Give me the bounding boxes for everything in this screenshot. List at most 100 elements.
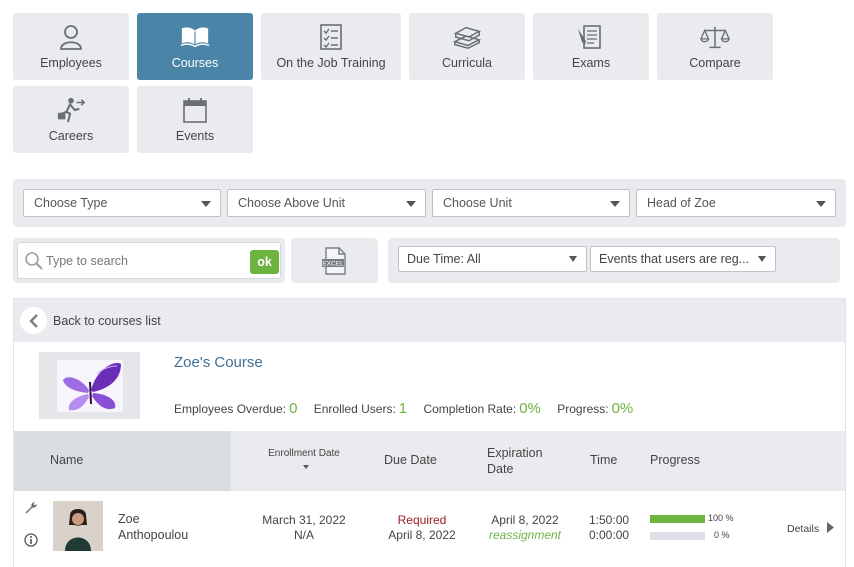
tab-employees[interactable]: Employees — [13, 13, 129, 80]
caret-down-icon — [816, 201, 826, 207]
details-link[interactable]: Details — [787, 522, 835, 535]
name-column-header[interactable]: Name — [14, 431, 231, 491]
due-time-value: Due Time: All — [407, 252, 481, 266]
back-button[interactable] — [20, 307, 47, 334]
due-filter-bar: Due Time: All Events that users are reg.… — [388, 238, 840, 283]
progress-label: Progress: — [557, 402, 609, 416]
enrollment-completion-cell: March 31, 2022 N/A — [252, 513, 356, 543]
filter-bar: Choose Type Choose Above Unit Choose Uni… — [13, 179, 846, 227]
course-panel: Back to courses list Zoe's Course Employ… — [13, 298, 846, 567]
search-ok-button[interactable]: ok — [250, 250, 279, 274]
search-icon — [25, 252, 43, 270]
wrench-icon[interactable] — [24, 501, 38, 515]
expiration-cell: April 8, 2022 reassignment — [477, 513, 573, 543]
header-due-date[interactable]: Due Date — [384, 453, 437, 467]
due-time-select[interactable]: Due Time: All — [398, 246, 587, 272]
caret-down-icon — [406, 201, 416, 207]
choose-above-unit-value: Choose Above Unit — [238, 196, 346, 210]
events-select[interactable]: Events that users are reg... — [590, 246, 776, 272]
completion-date: N/A — [293, 528, 314, 542]
tab-label: Careers — [48, 129, 94, 143]
checklist-icon — [316, 22, 346, 52]
book-stack-icon — [452, 22, 482, 52]
header-progress[interactable]: Progress — [650, 453, 700, 467]
header-enrollment-completion[interactable]: Enrollment Date — [252, 447, 356, 475]
course-title[interactable]: Zoe's Course — [174, 354, 263, 371]
open-book-icon — [180, 22, 210, 52]
header-name: Name — [50, 453, 84, 467]
search-container: ok — [13, 238, 285, 283]
calendar-icon — [180, 95, 210, 125]
head-select[interactable]: Head of Zoe — [636, 189, 836, 217]
progress-1-label: 100 % — [708, 513, 734, 523]
user-photo — [53, 501, 103, 551]
user-icon — [56, 22, 86, 52]
tab-on-the-job-training[interactable]: On the Job Training — [261, 13, 401, 80]
employee-name[interactable]: Zoe Anthopoulou — [118, 511, 188, 543]
head-value: Head of Zoe — [647, 196, 716, 210]
header-expiration-date[interactable]: Expiration Date — [487, 445, 543, 477]
enrollment-date: March 31, 2022 — [262, 513, 346, 527]
choose-type-value: Choose Type — [34, 196, 108, 210]
details-label: Details — [787, 523, 820, 535]
excel-label: EXCEL — [322, 260, 344, 267]
sort-down-icon — [302, 465, 309, 470]
tab-compare[interactable]: Compare — [657, 13, 773, 80]
scales-icon — [700, 22, 730, 52]
tab-events[interactable]: Events — [137, 86, 253, 153]
due-date: April 8, 2022 — [388, 528, 456, 542]
employee-first-name: Zoe — [118, 512, 140, 526]
progress-bar-2 — [650, 532, 705, 540]
tab-curricula[interactable]: Curricula — [409, 13, 525, 80]
tab-label: On the Job Training — [276, 56, 386, 70]
due-status: Required — [397, 513, 447, 527]
time-2: 0:00:00 — [589, 528, 630, 542]
course-stats: Employees Overdue: 0 Enrolled Users: 1 Com… — [174, 400, 646, 417]
avatar — [53, 501, 103, 551]
due-date-cell: Required April 8, 2022 — [374, 513, 470, 543]
choose-unit-select[interactable]: Choose Unit — [432, 189, 630, 217]
enrolled-label: Enrolled Users: — [313, 402, 396, 416]
info-icon[interactable] — [24, 533, 38, 547]
expiration-note: reassignment — [488, 528, 562, 542]
tab-label: Courses — [171, 56, 219, 70]
header-time[interactable]: Time — [590, 453, 617, 467]
table-row: Zoe Anthopoulou March 31, 2022 N/A Requi… — [14, 491, 845, 567]
choose-unit-value: Choose Unit — [443, 196, 512, 210]
tab-careers[interactable]: Careers — [13, 86, 129, 153]
progress-value: 0% — [611, 400, 634, 417]
progress-bar-1-fill — [650, 515, 705, 523]
choose-above-unit-select[interactable]: Choose Above Unit — [227, 189, 426, 217]
caret-down-icon — [201, 201, 211, 207]
tab-label: Events — [175, 129, 215, 143]
header-enrollment: Enrollment Date — [268, 448, 340, 459]
caret-down-icon — [569, 256, 577, 262]
tab-label: Compare — [689, 56, 741, 70]
events-value: Events that users are reg... — [599, 252, 750, 266]
search-field-wrapper: ok — [17, 242, 281, 279]
back-to-courses-link[interactable]: Back to courses list — [53, 314, 161, 328]
time-cell: 1:50:00 0:00:00 — [589, 513, 629, 543]
progress-2-label: 0 % — [714, 530, 730, 540]
career-runner-icon — [56, 95, 86, 125]
completion-value: 0% — [519, 400, 541, 417]
tab-label: Curricula — [441, 56, 492, 70]
triangle-right-icon — [827, 522, 835, 533]
tab-courses[interactable]: Courses — [137, 13, 253, 80]
progress-bar-1 — [650, 515, 705, 523]
overdue-label: Employees Overdue: — [174, 402, 287, 416]
overdue-value: 0 — [289, 400, 298, 417]
completion-label: Completion Rate: — [423, 402, 517, 416]
excel-file-icon: EXCEL — [321, 246, 346, 275]
caret-down-icon — [758, 256, 766, 262]
table-header: Name Enrollment Date Due Date Expiration… — [14, 431, 845, 491]
tab-exams[interactable]: Exams — [533, 13, 649, 80]
search-input[interactable] — [46, 252, 241, 270]
header-expiration-line2: Date — [487, 462, 514, 476]
caret-down-icon — [610, 201, 620, 207]
export-excel-button[interactable]: EXCEL — [291, 238, 378, 283]
header-expiration-line1: Expiration — [487, 446, 543, 460]
choose-type-select[interactable]: Choose Type — [23, 189, 221, 217]
enrolled-value: 1 — [398, 400, 408, 417]
tab-label: Employees — [40, 56, 102, 70]
